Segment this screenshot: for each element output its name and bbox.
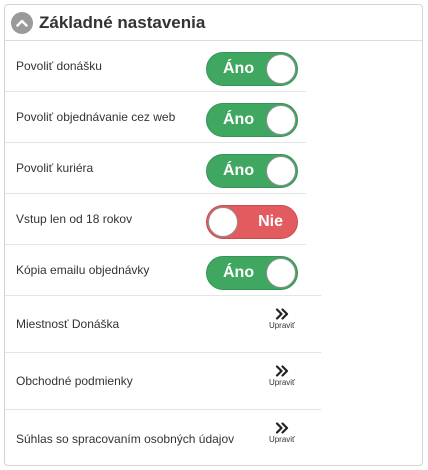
panel-header: Základné nastavenia <box>5 5 422 41</box>
setting-row-delivery-room: Miestnosť Donáška Upraviť <box>5 296 321 353</box>
setting-row-order-email-copy: Kópia emailu objednávky Áno <box>5 245 321 296</box>
toggle-knob <box>266 54 296 84</box>
panel-title: Základné nastavenia <box>39 12 206 32</box>
toggle-state-label: Nie <box>258 213 283 230</box>
settings-panel: Základné nastavenia Povoliť donášku Áno … <box>4 4 423 466</box>
toggle-knob <box>266 105 296 135</box>
double-chevron-right-icon <box>275 308 289 320</box>
setting-row-delivery: Povoliť donášku Áno <box>5 41 306 92</box>
toggle-state-label: Áno <box>223 264 255 281</box>
setting-label: Povoliť objednávanie cez web <box>16 110 176 124</box>
toggle-state-label: Áno <box>223 111 255 128</box>
double-chevron-right-icon <box>275 365 289 377</box>
toggle-knob <box>266 258 296 288</box>
double-chevron-right-icon <box>275 422 289 434</box>
setting-label: Povoliť kuriéra <box>16 161 94 175</box>
setting-label: Miestnosť Donáška <box>16 317 120 331</box>
toggle-state-label: Áno <box>223 162 255 179</box>
settings-list: Povoliť donášku Áno Povoliť objednávanie… <box>5 41 422 467</box>
toggle-knob <box>266 156 296 186</box>
setting-row-web-orders: Povoliť objednávanie cez web Áno <box>5 92 306 143</box>
order-email-copy-toggle[interactable]: Áno <box>206 256 298 290</box>
age-limit-toggle[interactable]: Nie <box>206 205 298 239</box>
setting-label: Obchodné podmienky <box>16 374 133 388</box>
chevron-up-icon[interactable] <box>11 11 33 34</box>
edit-delivery-room-link[interactable]: Upraviť <box>267 308 297 330</box>
web-orders-toggle[interactable]: Áno <box>206 103 298 137</box>
setting-row-terms: Obchodné podmienky Upraviť <box>5 353 321 410</box>
edit-gdpr-consent-link[interactable]: Upraviť <box>267 422 297 444</box>
setting-label: Povoliť donášku <box>16 59 102 73</box>
setting-row-age-limit: Vstup len od 18 rokov Nie <box>5 194 306 245</box>
setting-row-gdpr-consent: Súhlas so spracovaním osobných údajov Up… <box>5 410 321 467</box>
edit-label: Upraviť <box>268 321 296 330</box>
delivery-toggle[interactable]: Áno <box>206 52 298 86</box>
toggle-knob <box>208 207 238 237</box>
setting-label: Súhlas so spracovaním osobných údajov <box>16 431 235 446</box>
edit-label: Upraviť <box>268 378 296 387</box>
toggle-state-label: Áno <box>223 60 255 77</box>
setting-label: Kópia emailu objednávky <box>16 263 150 277</box>
courier-toggle[interactable]: Áno <box>206 154 298 188</box>
setting-label: Vstup len od 18 rokov <box>16 212 133 226</box>
edit-terms-link[interactable]: Upraviť <box>267 365 297 387</box>
setting-row-courier: Povoliť kuriéra Áno <box>5 143 306 194</box>
edit-label: Upraviť <box>268 435 296 444</box>
